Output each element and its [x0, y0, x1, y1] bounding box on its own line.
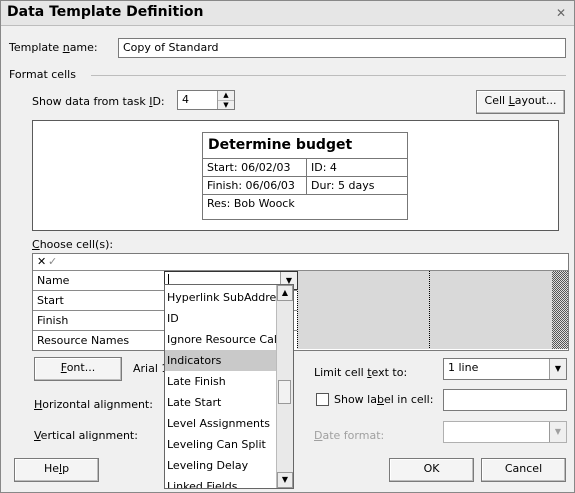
font-button[interactable]: Font...	[34, 357, 122, 381]
list-item[interactable]: Level Assignments	[165, 413, 277, 434]
list-item[interactable]: Ignore Resource Calendar	[165, 329, 277, 350]
close-icon[interactable]: ✕	[554, 6, 568, 20]
preview-row: Start: 06/02/03 ID: 4	[203, 158, 407, 177]
chevron-down-icon[interactable]: ▼	[549, 359, 566, 379]
task-id-spinner[interactable]: 4 ▲ ▼	[177, 90, 235, 110]
format-cells-label: Format cells	[9, 68, 76, 81]
horizontal-alignment-label: Horizontal alignment:	[34, 398, 153, 411]
accept-edit-icon[interactable]: ✓	[48, 255, 57, 268]
list-scrollbar[interactable]: ▲ ▼	[276, 285, 293, 488]
limit-text-label: Limit cell text to:	[314, 366, 408, 379]
date-format-label: Date format:	[314, 429, 385, 442]
list-item[interactable]: Leveling Can Split	[165, 434, 277, 455]
choose-cells-label: Choose cell(s):	[32, 238, 114, 251]
preview-row: Res: Bob Woock	[203, 194, 407, 213]
show-data-label: Show data from task ID:	[32, 95, 165, 108]
preview-row: Finish: 06/06/03 Dur: 5 days	[203, 176, 407, 195]
preview-id: ID: 4	[311, 161, 337, 174]
grid-dotted-line	[429, 271, 430, 349]
title-bar: Data Template Definition ✕	[1, 1, 574, 26]
grid-hatch	[552, 271, 568, 349]
cell-grid[interactable]: ✕ ✓ Name Start Finish Resource Names ▼	[32, 253, 569, 351]
spinner-buttons[interactable]: ▲ ▼	[217, 91, 234, 109]
ok-button[interactable]: OK	[389, 458, 474, 482]
show-label-checkbox[interactable]	[316, 393, 329, 406]
group-divider	[91, 75, 566, 76]
dialog-window: Data Template Definition ✕ Template name…	[0, 0, 575, 493]
list-item[interactable]: ID	[165, 308, 277, 329]
template-name-input[interactable]: Copy of Standard	[118, 38, 566, 58]
scroll-up-icon[interactable]: ▲	[277, 285, 293, 301]
list-item[interactable]: Hyperlink SubAddress	[165, 287, 277, 308]
preview-start: Start: 06/02/03	[207, 161, 291, 174]
scroll-thumb[interactable]	[278, 380, 291, 404]
field-dropdown-list[interactable]: Hyperlink SubAddress ID Ignore Resource …	[164, 284, 294, 489]
list-item[interactable]: Late Start	[165, 392, 277, 413]
limit-text-select[interactable]: 1 line ▼	[443, 358, 567, 380]
list-item-selected[interactable]: Indicators	[165, 350, 277, 371]
spin-down-icon[interactable]: ▼	[218, 100, 234, 110]
cancel-button[interactable]: Cancel	[481, 458, 566, 482]
spin-up-icon[interactable]: ▲	[218, 91, 234, 100]
chevron-down-icon[interactable]: ▼	[549, 422, 566, 442]
preview-panel: Determine budget Start: 06/02/03 ID: 4 F…	[32, 120, 559, 231]
list-item[interactable]: Linked Fields	[165, 476, 277, 488]
grid-row-label[interactable]: Resource Names	[37, 334, 129, 347]
preview-finish: Finish: 06/06/03	[207, 179, 295, 192]
grid-row-label[interactable]: Name	[37, 274, 69, 287]
preview-duration: Dur: 5 days	[311, 179, 375, 192]
grid-row-label[interactable]: Finish	[37, 314, 68, 327]
cell-layout-button[interactable]: Cell Layout...	[476, 90, 565, 114]
cancel-edit-icon[interactable]: ✕	[37, 255, 46, 268]
preview-card: Determine budget Start: 06/02/03 ID: 4 F…	[202, 132, 408, 220]
vertical-alignment-label: Vertical alignment:	[34, 429, 138, 442]
list-item[interactable]: Leveling Delay	[165, 455, 277, 476]
show-label-text: Show label in cell:	[334, 393, 434, 406]
edit-buttons: ✕ ✓	[37, 255, 61, 269]
list-item[interactable]: Late Finish	[165, 371, 277, 392]
dialog-title: Data Template Definition	[7, 4, 204, 20]
help-button[interactable]: Help	[14, 458, 99, 482]
grid-selected-region	[297, 271, 552, 349]
preview-separator	[306, 177, 307, 195]
label-text-input[interactable]	[443, 389, 567, 411]
date-format-select[interactable]: ▼	[443, 421, 567, 443]
template-name-label: Template name:	[9, 41, 98, 54]
preview-separator	[306, 159, 307, 177]
grid-row-label[interactable]: Start	[37, 294, 64, 307]
preview-resource: Res: Bob Woock	[207, 197, 295, 210]
preview-title: Determine budget	[208, 137, 353, 153]
scroll-down-icon[interactable]: ▼	[277, 472, 293, 488]
